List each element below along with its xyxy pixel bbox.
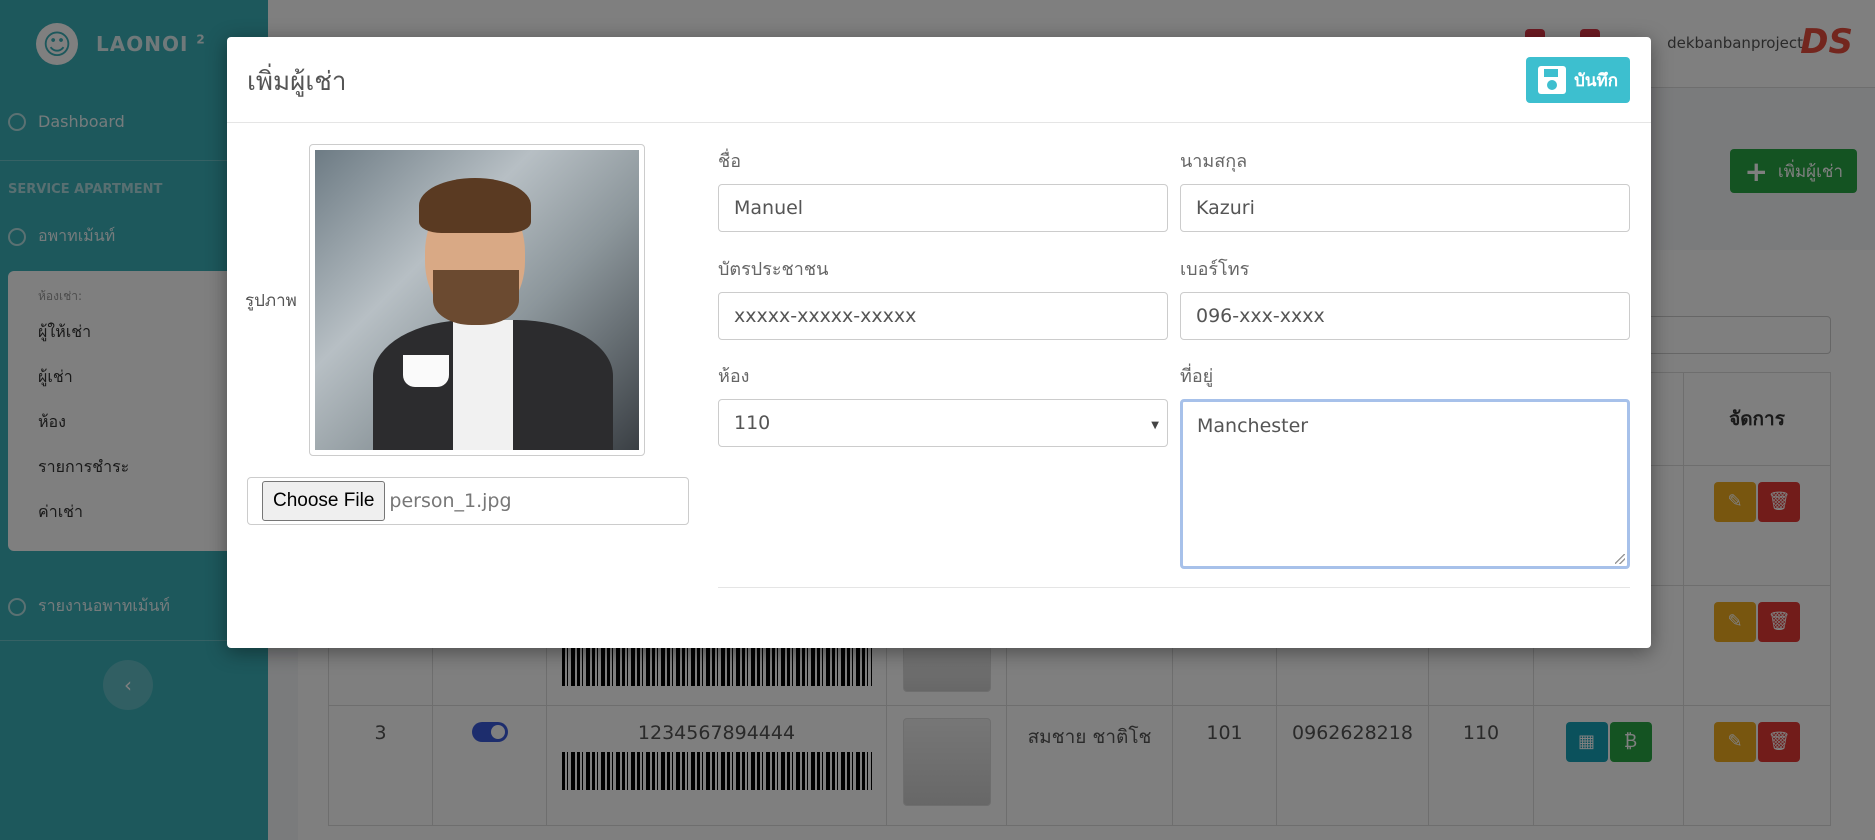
resize-handle-icon[interactable] (1615, 554, 1625, 564)
save-label: บันทึก (1574, 70, 1618, 91)
dropdown-arrow-icon: ▼ (1151, 420, 1159, 431)
tenant-photo (315, 150, 639, 450)
file-name: person_1.jpg (389, 490, 512, 512)
modal-header: เพิ่มผู้เช่า บันทึก (227, 37, 1651, 123)
id-card-label: บัตรประชาชน (718, 259, 829, 280)
first-name-label: ชื่อ (718, 151, 742, 172)
save-button[interactable]: บันทึก (1526, 57, 1630, 103)
choose-file-button[interactable]: Choose File (262, 481, 386, 521)
modal-title: เพิ่มผู้เช่า (247, 67, 347, 97)
phone-label: เบอร์โทร (1180, 259, 1250, 280)
id-card-field[interactable]: xxxxx-xxxxx-xxxxx (718, 292, 1168, 340)
last-name-field[interactable]: Kazuri (1180, 184, 1630, 232)
address-label: ที่อยู่ (1180, 366, 1214, 387)
photo-label: รูปภาพ (245, 291, 297, 311)
phone-field[interactable]: 096-xxx-xxxx (1180, 292, 1630, 340)
photo-preview (309, 144, 645, 456)
divider (718, 587, 1630, 588)
photo-file-input[interactable]: Choose File person_1.jpg (247, 477, 689, 525)
first-name-field[interactable]: Manuel (718, 184, 1168, 232)
add-tenant-modal: เพิ่มผู้เช่า บันทึก รูปภาพ Choose File p… (227, 37, 1651, 648)
room-select[interactable]: 110 ▼ (718, 399, 1168, 447)
address-textarea[interactable]: Manchester (1180, 399, 1630, 569)
last-name-label: นามสกุล (1180, 151, 1248, 172)
room-select-value: 110 (734, 412, 771, 434)
floppy-disk-icon (1538, 66, 1567, 94)
room-label: ห้อง (718, 366, 750, 387)
address-value: Manchester (1197, 415, 1309, 437)
